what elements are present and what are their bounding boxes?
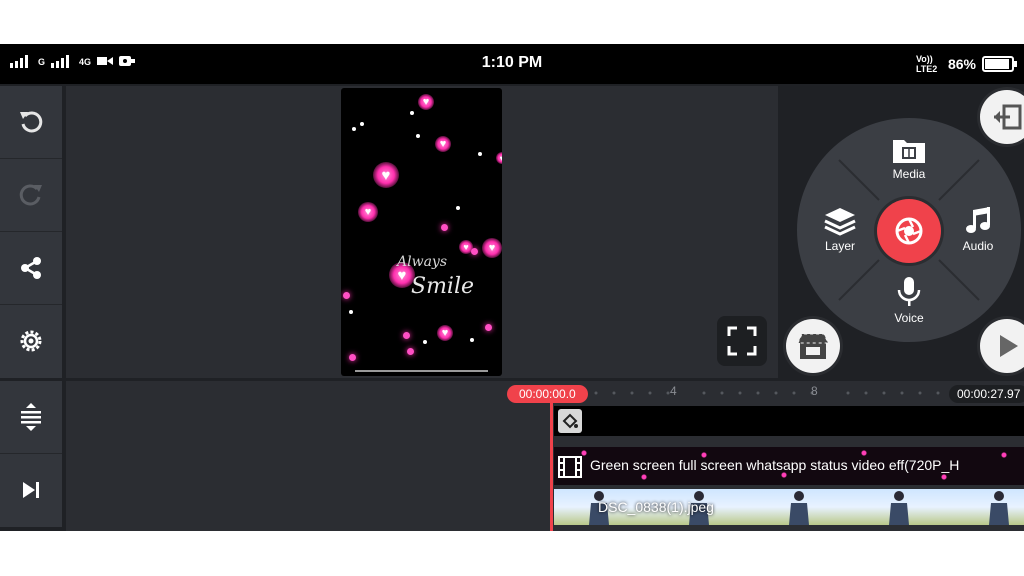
timeline[interactable]: 4 8 00:00:00.0 00:00:27.97 Green screen … (66, 381, 1024, 531)
fullscreen-button[interactable] (717, 316, 767, 366)
pink-sparkle (343, 292, 350, 299)
pink-sparkle (349, 354, 356, 361)
paint-bucket-icon (558, 409, 582, 433)
ruler-mark-4: 4 (670, 384, 677, 398)
effect-track[interactable] (554, 406, 1024, 436)
settings-button[interactable] (0, 305, 62, 377)
preview-area: ♥ ♥ ♥ ♥ ♥ ♥ ♥ ♥ ♥ Always Smile (66, 86, 778, 378)
sparkle-dot (360, 122, 364, 126)
voice-button[interactable]: Voice (874, 276, 944, 325)
status-right: Vo)) LTE2 86% (915, 54, 1017, 74)
exit-icon (994, 104, 1022, 130)
timeline-toolbar (0, 381, 62, 527)
sparkle-dot (423, 340, 427, 344)
video-clip-title: Green screen full screen whatsapp status… (590, 457, 960, 473)
current-time-badge: 00:00:00.0 (507, 385, 588, 403)
layers-icon (824, 208, 856, 236)
expand-timeline-button[interactable] (0, 381, 62, 454)
video-preview[interactable]: ♥ ♥ ♥ ♥ ♥ ♥ ♥ ♥ ♥ Always Smile (341, 88, 502, 376)
sparkle-dot (410, 111, 414, 115)
heart-particle: ♥ (496, 152, 502, 164)
layer-label: Layer (824, 239, 856, 253)
media-button[interactable]: Media (874, 136, 944, 181)
app-screen: G 4G 1:10 PM Vo)) LTE2 86% ♥ ♥ ♥ ♥ ♥ ♥ ♥… (0, 44, 1024, 531)
battery-icon (982, 56, 1017, 72)
pink-sparkle (485, 324, 492, 331)
asset-store-button[interactable] (786, 319, 840, 373)
undo-icon (20, 111, 43, 133)
pink-sparkle (407, 348, 414, 355)
video-text-line1: Always (397, 254, 448, 270)
video-progress-line (355, 370, 488, 372)
pink-sparkle (403, 332, 410, 339)
share-icon (21, 257, 41, 279)
film-icon (558, 456, 582, 483)
voice-label: Voice (894, 311, 924, 325)
expand-vertical-icon (21, 403, 41, 431)
microphone-icon (897, 277, 921, 306)
lte-label: Vo)) LTE2 (915, 54, 938, 74)
redo-icon (19, 184, 42, 206)
sparkle-dot (352, 127, 356, 131)
fullscreen-icon (727, 326, 757, 356)
image-clip-track[interactable]: DSC_0838(1).jpeg (554, 489, 1024, 525)
clip-thumbnail-person (884, 489, 914, 525)
audio-button[interactable]: Audio (943, 206, 1013, 253)
status-time: 1:10 PM (481, 54, 543, 71)
heart-particle: ♥ (418, 94, 434, 110)
sparkle-dot (456, 206, 460, 210)
left-toolbar (0, 86, 62, 378)
skip-to-end-icon (23, 482, 39, 498)
total-time-badge: 00:00:27.97 (949, 385, 1024, 403)
music-note-icon (966, 207, 990, 233)
playhead[interactable] (550, 403, 553, 531)
sparkle-dot (478, 152, 482, 156)
heart-particle: ♥ (482, 238, 502, 258)
undo-button[interactable] (0, 86, 62, 159)
store-icon (797, 333, 829, 359)
play-icon (1000, 335, 1018, 357)
layer-button[interactable]: Layer (805, 206, 875, 253)
audio-label: Audio (962, 239, 994, 253)
pink-sparkle (441, 224, 448, 231)
heart-particle: ♥ (358, 202, 378, 222)
heart-particle: ♥ (373, 162, 399, 188)
share-button[interactable] (0, 232, 62, 305)
play-button[interactable] (980, 319, 1024, 373)
skip-to-end-button[interactable] (0, 454, 62, 526)
record-button[interactable] (874, 196, 944, 266)
sparkle-dot (416, 134, 420, 138)
sparkle-dot (470, 338, 474, 342)
gear-icon (20, 330, 42, 352)
battery-percent: 86% (947, 56, 976, 72)
media-label: Media (892, 167, 926, 181)
ruler-mark-8: 8 (811, 384, 818, 398)
record-button-inner (877, 199, 941, 263)
clip-thumbnail-person (784, 489, 814, 525)
heart-particle: ♥ (435, 136, 451, 152)
pink-sparkle (471, 248, 478, 255)
heart-particle: ♥ (437, 325, 453, 341)
clip-thumbnail-person (984, 489, 1014, 525)
redo-button[interactable] (0, 159, 62, 232)
video-text-line2: Smile (411, 274, 475, 299)
battery-fill (985, 59, 1010, 69)
status-bar: G 4G 1:10 PM Vo)) LTE2 86% (0, 44, 1024, 84)
media-folder-icon (893, 140, 925, 163)
image-clip-title: DSC_0838(1).jpeg (598, 499, 714, 515)
camera-shutter-icon (895, 217, 923, 245)
video-clip-track[interactable]: Green screen full screen whatsapp status… (554, 447, 1024, 485)
sparkle-dot (349, 310, 353, 314)
